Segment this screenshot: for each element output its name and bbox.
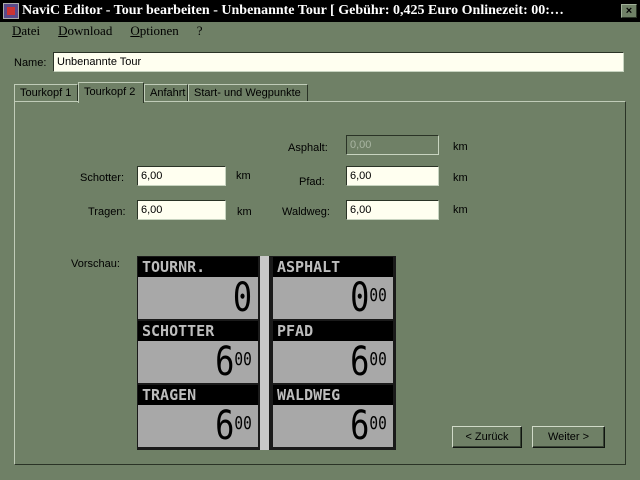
menu-download[interactable]: Download [46,22,118,40]
schotter-unit: km [236,170,251,182]
waldweg-unit: km [453,204,468,216]
preview-cell-tournr: TOURNR. 0 [138,257,258,319]
waldweg-input[interactable]: 6,00 [346,200,439,220]
preview-cell-waldweg: WALDWEG 600 [273,385,393,447]
tragen-unit: km [237,206,252,218]
next-button[interactable]: Weiter > [532,426,605,448]
preview-cell-tragen: TRAGEN 600 [138,385,258,447]
preview-cell-asphalt: ASPHALT 000 [273,257,393,319]
preview-cell-value: 600 [215,403,252,449]
preview-label: Vorschau: [71,258,120,270]
preview-cell-value: 600 [215,339,252,385]
app-icon[interactable] [3,3,19,19]
waldweg-label: Waldweg: [282,206,330,218]
preview-cell-head: TOURNR. [138,257,258,277]
tab-tourkopf-2[interactable]: Tourkopf 2 [78,82,144,103]
back-button[interactable]: < Zurück [452,426,522,448]
name-input[interactable]: Unbenannte Tour [53,52,624,72]
tragen-input[interactable]: 6,00 [137,200,226,220]
menu-optionen[interactable]: Optionen [118,22,184,40]
pfad-input[interactable]: 6,00 [346,166,439,186]
preview-cell-value: 000 [350,275,387,321]
menu-bar: Datei Download Optionen ? [0,22,640,40]
tab-anfahrt[interactable]: Anfahrt [144,84,188,102]
asphalt-unit: km [453,141,468,153]
preview-cell-value: 0 [232,275,252,321]
menu-help[interactable]: ? [185,22,209,40]
tragen-label: Tragen: [88,206,126,218]
name-label: Name: [14,57,47,69]
asphalt-label: Asphalt: [288,142,328,154]
preview-display: TOURNR. 0 ASPHALT 000 SCHOTTER 600 PFAD … [137,256,396,450]
preview-cell-value: 600 [350,339,387,385]
preview-cell-value: 600 [350,403,387,449]
tab-tourkopf-1[interactable]: Tourkopf 1 [14,84,78,102]
menu-datei[interactable]: Datei [0,22,46,40]
preview-cell-pfad: PFAD 600 [273,321,393,383]
window-title: NaviC Editor - Tour bearbeiten - Unbenan… [22,3,564,18]
tab-start-und-wegpunkte[interactable]: Start- und Wegpunkte [188,84,308,102]
pfad-unit: km [453,172,468,184]
title-bar: NaviC Editor - Tour bearbeiten - Unbenan… [0,0,640,22]
schotter-input[interactable]: 6,00 [137,166,226,186]
preview-cell-schotter: SCHOTTER 600 [138,321,258,383]
preview-cell-head: TRAGEN [138,385,258,405]
preview-cell-head: ASPHALT [273,257,393,277]
preview-cell-head: SCHOTTER [138,321,258,341]
pfad-label: Pfad: [299,176,325,188]
asphalt-input: 0,00 [346,135,439,155]
preview-divider [260,256,269,450]
close-button[interactable]: × [621,4,637,18]
preview-cell-head: WALDWEG [273,385,393,405]
preview-cell-head: PFAD [273,321,393,341]
schotter-label: Schotter: [80,172,125,184]
